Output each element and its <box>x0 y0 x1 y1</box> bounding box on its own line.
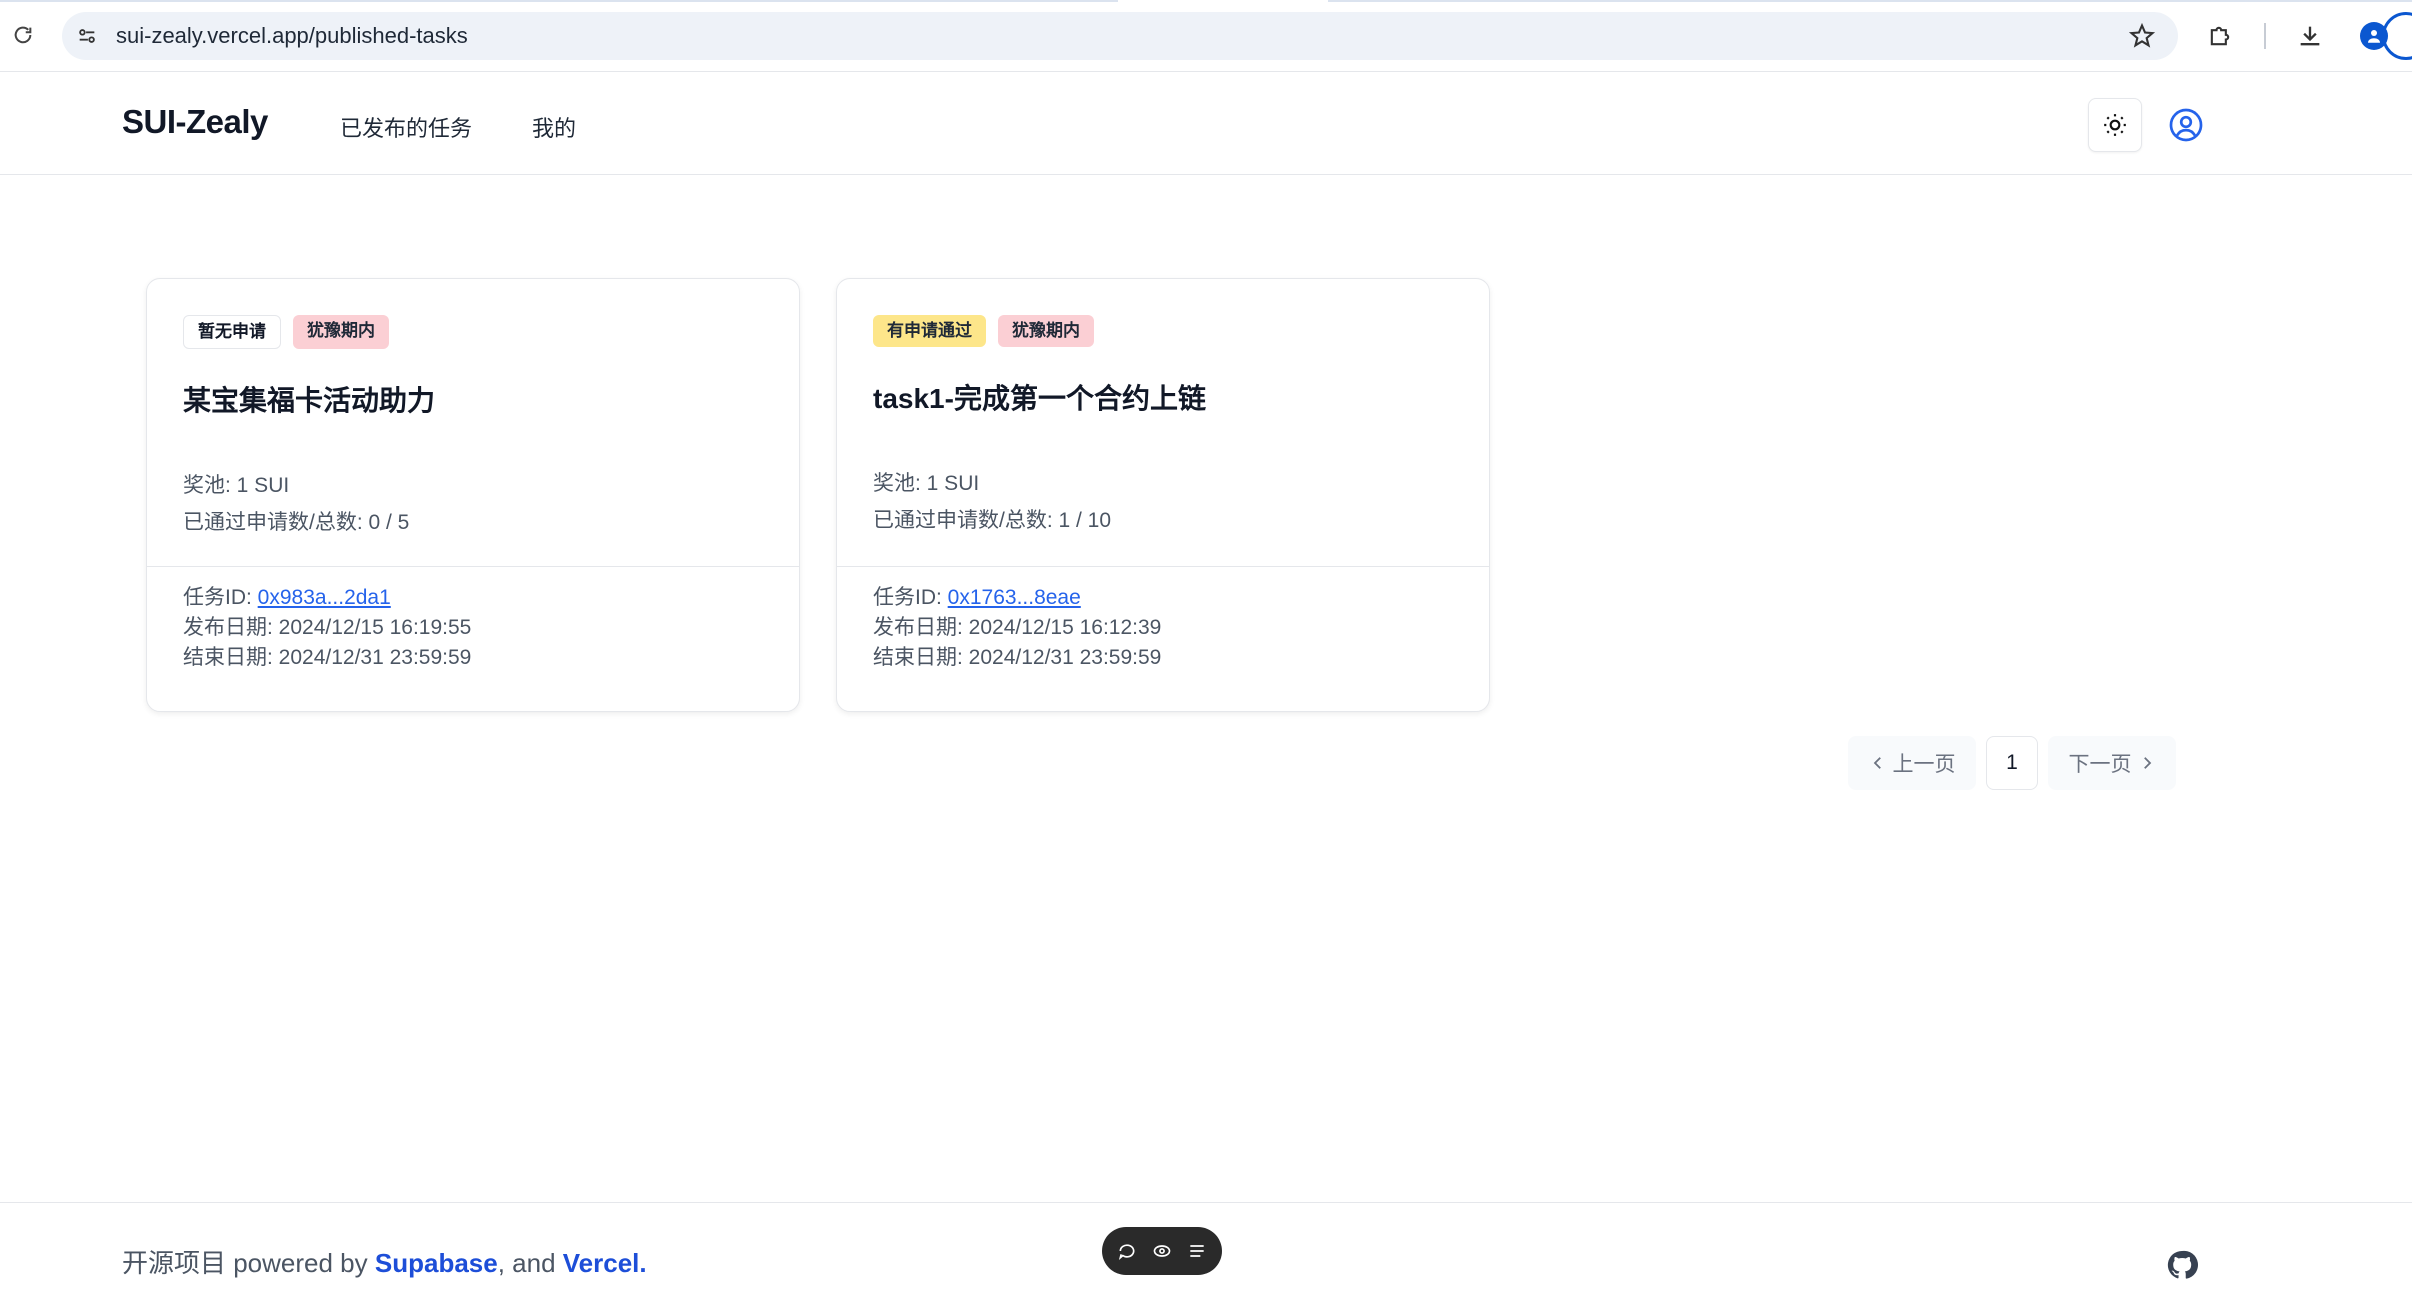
bookmark-star-icon[interactable] <box>2128 22 2156 55</box>
main-nav: 已发布的任务 我的 <box>340 111 576 143</box>
app-header: SUI-Zealy 已发布的任务 我的 <box>0 73 2412 175</box>
menu-icon[interactable] <box>1187 1241 1207 1261</box>
pagination: 上一页 1 下一页 <box>1848 736 2176 790</box>
url-text[interactable]: sui-zealy.vercel.app/published-tasks <box>116 23 468 49</box>
supabase-link[interactable]: Supabase <box>375 1248 498 1278</box>
chevron-left-icon <box>1873 757 1881 769</box>
next-page-button[interactable]: 下一页 <box>2048 736 2176 790</box>
task-id-label: 任务ID: <box>183 586 258 609</box>
task-title[interactable]: task1-完成第一个合约上链 <box>873 377 1453 417</box>
eye-icon[interactable] <box>1152 1241 1172 1261</box>
task-prize: 奖池: 1 SUI <box>183 474 290 497</box>
footer: 开源项目 powered by Supabase, and Vercel. <box>0 1202 2412 1298</box>
tab-strip-line <box>1328 0 2412 2</box>
page-number-button[interactable]: 1 <box>1986 736 2038 790</box>
task-end-date: 结束日期: 2024/12/31 23:59:59 <box>873 646 1162 669</box>
status-badge: 有申请通过 <box>873 315 986 347</box>
task-publish-date: 发布日期: 2024/12/15 16:12:39 <box>873 616 1162 639</box>
floating-toolbar <box>1102 1227 1222 1275</box>
chevron-right-icon <box>2143 757 2151 769</box>
task-card[interactable]: 暂无申请 犹豫期内 某宝集福卡活动助力 奖池: 1 SUI 已通过申请数/总数:… <box>146 278 800 712</box>
prev-page-label: 上一页 <box>1892 753 1956 776</box>
task-title[interactable]: 某宝集福卡活动助力 <box>183 379 763 419</box>
site-settings-icon[interactable] <box>72 21 102 51</box>
footer-credits: 开源项目 powered by Supabase, and Vercel. <box>122 1243 647 1280</box>
footer-dot: . <box>639 1248 647 1278</box>
status-badge: 犹豫期内 <box>998 315 1094 347</box>
reload-icon[interactable] <box>10 22 36 48</box>
extensions-icon[interactable] <box>2200 16 2240 56</box>
next-page-label: 下一页 <box>2068 753 2132 776</box>
footer-prefix: 开源项目 powered by <box>122 1248 375 1278</box>
status-badge: 犹豫期内 <box>293 315 389 349</box>
task-id-link[interactable]: 0x1763...8eae <box>948 586 1081 609</box>
status-badge: 暂无申请 <box>183 315 281 349</box>
task-prize: 奖池: 1 SUI <box>873 472 980 495</box>
task-id-link[interactable]: 0x983a...2da1 <box>258 586 391 609</box>
theme-toggle-button[interactable] <box>2088 98 2142 152</box>
nav-mine[interactable]: 我的 <box>532 111 576 143</box>
task-end-date: 结束日期: 2024/12/31 23:59:59 <box>183 646 472 669</box>
vercel-link[interactable]: Vercel <box>563 1248 640 1278</box>
account-button[interactable] <box>2166 105 2206 145</box>
download-icon[interactable] <box>2290 16 2330 56</box>
comment-icon[interactable] <box>1117 1241 1137 1261</box>
footer-separator: , and <box>497 1248 563 1278</box>
task-id-label: 任务ID: <box>873 586 948 609</box>
tab-strip-line <box>0 0 1118 2</box>
nav-published-tasks[interactable]: 已发布的任务 <box>340 111 472 143</box>
brand-logo[interactable]: SUI-Zealy <box>122 103 268 141</box>
prev-page-button[interactable]: 上一页 <box>1848 736 1976 790</box>
browser-chrome: sui-zealy.vercel.app/published-tasks <box>0 0 2412 72</box>
github-icon[interactable] <box>2166 1249 2198 1281</box>
user-circle-icon <box>2169 108 2203 142</box>
address-bar[interactable]: sui-zealy.vercel.app/published-tasks <box>62 12 2178 60</box>
toolbar-divider <box>2264 23 2266 49</box>
task-card[interactable]: 有申请通过 犹豫期内 task1-完成第一个合约上链 奖池: 1 SUI 已通过… <box>836 278 1490 712</box>
task-publish-date: 发布日期: 2024/12/15 16:19:55 <box>183 616 472 639</box>
sun-icon <box>2104 114 2126 136</box>
task-approved-count: 已通过申请数/总数: 1 / 10 <box>873 509 1112 532</box>
task-approved-count: 已通过申请数/总数: 0 / 5 <box>183 511 410 534</box>
